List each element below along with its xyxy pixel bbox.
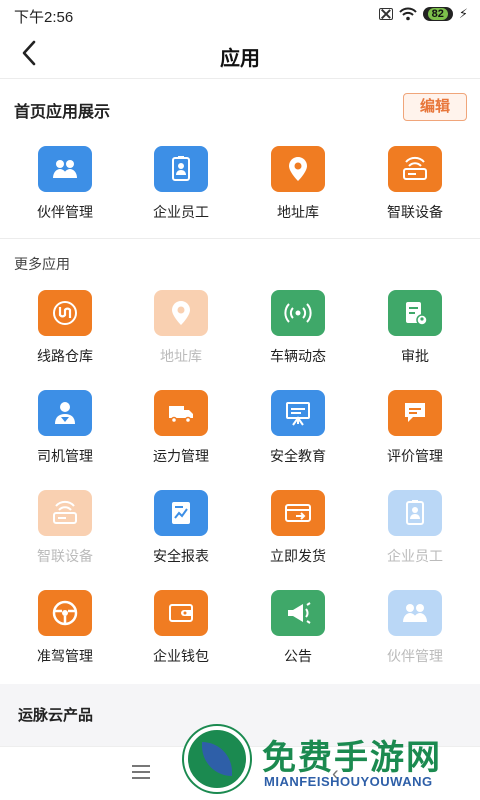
watermark-title: 免费手游网 (262, 739, 442, 777)
presentation-board-icon (271, 390, 325, 436)
status-icons: 82 ⚡ (378, 6, 468, 22)
app-header: 应用 (0, 30, 480, 78)
section-divider (0, 238, 480, 239)
app-label: 车辆动态 (270, 348, 326, 364)
app-item[interactable]: 伙伴管理 (15, 146, 115, 222)
partners-icon (388, 590, 442, 636)
app-item: 地址库 (131, 290, 231, 366)
app-item: 企业员工 (365, 490, 465, 566)
app-item[interactable]: 车辆动态 (248, 290, 348, 366)
comment-icon (388, 390, 442, 436)
truck-icon (154, 390, 208, 436)
app-label: 评价管理 (387, 448, 443, 464)
signal-broadcast-icon (271, 290, 325, 336)
megaphone-icon (271, 590, 325, 636)
page-title: 应用 (220, 48, 260, 70)
app-item[interactable]: 安全报表 (131, 490, 231, 566)
app-item[interactable]: 评价管理 (365, 390, 465, 466)
app-label: 公告 (284, 648, 312, 664)
app-label: 伙伴管理 (37, 204, 93, 220)
app-label: 智联设备 (37, 548, 93, 564)
app-item[interactable]: 智联设备 (365, 146, 465, 222)
steering-wheel-icon (38, 590, 92, 636)
approval-doc-icon (388, 290, 442, 336)
driver-icon (38, 390, 92, 436)
home-apps-section-title: 首页应用展示 (14, 104, 111, 121)
route-icon (38, 290, 92, 336)
app-label: 安全教育 (270, 448, 326, 464)
app-item[interactable]: 企业员工 (131, 146, 231, 222)
app-label: 企业钱包 (153, 648, 209, 664)
app-item[interactable]: 立即发货 (248, 490, 348, 566)
employee-badge-icon (154, 146, 208, 192)
app-item[interactable]: 地址库 (248, 146, 348, 222)
report-chart-icon (154, 490, 208, 536)
header-divider (0, 78, 480, 79)
more-apps-section-title: 更多应用 (14, 256, 70, 272)
watermark-logo (184, 726, 250, 792)
watermark: 免费手游网 MIANFEISHOUYOUWANG (184, 724, 480, 800)
employee-badge-icon (388, 490, 442, 536)
router-device-icon (38, 490, 92, 536)
app-label: 司机管理 (37, 448, 93, 464)
ship-now-icon (271, 490, 325, 536)
app-label: 伙伴管理 (387, 648, 443, 664)
battery-icon: 82 (422, 7, 453, 21)
charging-icon: ⚡ (458, 6, 468, 21)
app-label: 准驾管理 (37, 648, 93, 664)
router-device-icon (388, 146, 442, 192)
app-label: 运力管理 (153, 448, 209, 464)
app-item[interactable]: 审批 (365, 290, 465, 366)
app-item[interactable]: 安全教育 (248, 390, 348, 466)
wallet-icon (154, 590, 208, 636)
app-item[interactable]: 司机管理 (15, 390, 115, 466)
product-section-title: 运脉云产品 (18, 707, 94, 724)
app-item[interactable]: 运力管理 (131, 390, 231, 466)
app-item: 伙伴管理 (365, 590, 465, 666)
status-bar: 下午2:56 82 ⚡ (0, 0, 480, 30)
app-label: 立即发货 (270, 548, 326, 564)
no-sim-icon (378, 8, 393, 20)
app-item[interactable]: 准驾管理 (15, 590, 115, 666)
location-pin-icon (271, 146, 325, 192)
app-item: 智联设备 (15, 490, 115, 566)
battery-level: 82 (427, 8, 448, 20)
menu-icon[interactable] (132, 765, 150, 781)
location-pin-icon (154, 290, 208, 336)
status-time: 下午2:56 (14, 9, 74, 26)
app-item[interactable]: 企业钱包 (131, 590, 231, 666)
app-label: 地址库 (277, 204, 319, 220)
app-label: 地址库 (160, 348, 202, 364)
app-label: 安全报表 (153, 548, 209, 564)
app-label: 企业员工 (387, 548, 443, 564)
app-item[interactable]: 线路仓库 (15, 290, 115, 366)
app-item[interactable]: 公告 (248, 590, 348, 666)
wifi-icon (398, 7, 417, 21)
app-label: 审批 (401, 348, 429, 364)
app-label: 企业员工 (153, 204, 209, 220)
partners-icon (38, 146, 92, 192)
watermark-subtitle: MIANFEISHOUYOUWANG (264, 774, 433, 789)
edit-button[interactable]: 编辑 (403, 93, 467, 121)
app-label: 线路仓库 (37, 348, 93, 364)
app-label: 智联设备 (387, 204, 443, 220)
